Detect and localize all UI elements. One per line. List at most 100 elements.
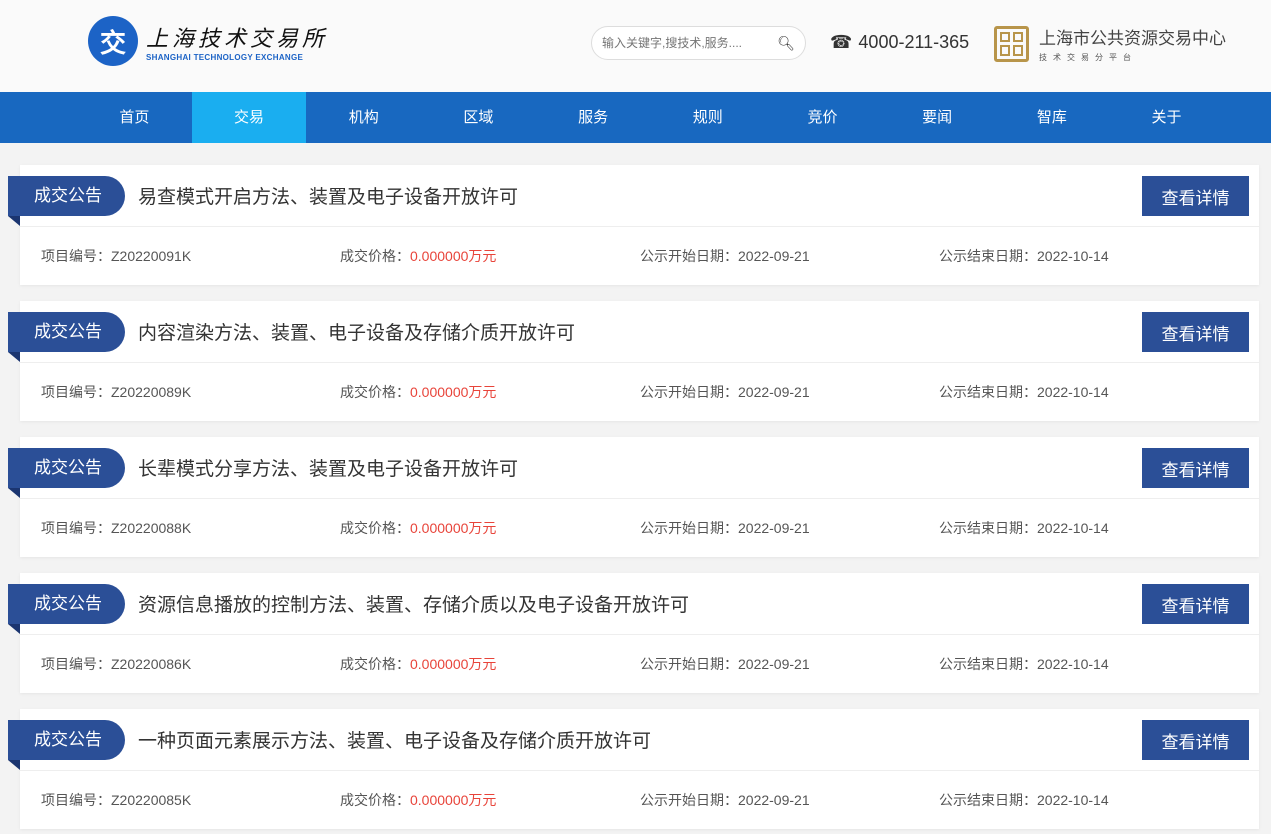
nav-item[interactable]: 竞价 bbox=[765, 92, 880, 143]
project-code: 项目编号：Z20220085K bbox=[41, 790, 191, 810]
center-emblem-icon bbox=[994, 26, 1029, 62]
announcement-list: 成交公告 易查模式开启方法、装置及电子设备开放许可 查看详情 项目编号：Z202… bbox=[0, 143, 1271, 829]
deal-price: 成交价格：0.000000万元 bbox=[340, 654, 496, 674]
announcement-title[interactable]: 易查模式开启方法、装置及电子设备开放许可 bbox=[138, 182, 518, 209]
project-code-value: Z20220085K bbox=[111, 792, 191, 808]
nav-item[interactable]: 规则 bbox=[650, 92, 765, 143]
start-date-value: 2022-09-21 bbox=[738, 384, 810, 400]
start-date: 公示开始日期：2022-09-21 bbox=[640, 790, 810, 810]
main-nav: 首页交易机构区域服务规则竞价要闻智库关于 bbox=[0, 92, 1271, 143]
header: 交 上海技术交易所 SHANGHAI TECHNOLOGY EXCHANGE 🔍… bbox=[0, 0, 1271, 92]
view-details-button[interactable]: 查看详情 bbox=[1142, 312, 1249, 352]
nav-item[interactable]: 服务 bbox=[536, 92, 651, 143]
start-date-value: 2022-09-21 bbox=[738, 656, 810, 672]
announcement-card: 成交公告 内容渲染方法、装置、电子设备及存储介质开放许可 查看详情 项目编号：Z… bbox=[20, 301, 1259, 421]
end-date: 公示结束日期：2022-10-14 bbox=[939, 518, 1109, 538]
announcement-tag: 成交公告 bbox=[8, 584, 125, 624]
announcement-title[interactable]: 长辈模式分享方法、装置及电子设备开放许可 bbox=[138, 454, 518, 481]
end-date-value: 2022-10-14 bbox=[1037, 792, 1109, 808]
view-details-button[interactable]: 查看详情 bbox=[1142, 448, 1249, 488]
nav-item[interactable]: 要闻 bbox=[880, 92, 995, 143]
view-details-button[interactable]: 查看详情 bbox=[1142, 584, 1249, 624]
logo-name-cn: 上海技术交易所 bbox=[146, 21, 328, 53]
project-code: 项目编号：Z20220086K bbox=[41, 654, 191, 674]
phone-number: 4000-211-365 bbox=[858, 32, 969, 53]
start-date-value: 2022-09-21 bbox=[738, 520, 810, 536]
search-input[interactable] bbox=[602, 36, 777, 50]
start-date-label: 公示开始日期： bbox=[640, 248, 738, 264]
deal-price-label: 成交价格： bbox=[340, 248, 410, 264]
nav-item[interactable]: 机构 bbox=[306, 92, 421, 143]
end-date-value: 2022-10-14 bbox=[1037, 384, 1109, 400]
project-code-value: Z20220088K bbox=[111, 520, 191, 536]
deal-price-value: 0.000000万元 bbox=[410, 248, 496, 264]
project-code-label: 项目编号： bbox=[41, 520, 111, 536]
end-date: 公示结束日期：2022-10-14 bbox=[939, 654, 1109, 674]
announcement-tag: 成交公告 bbox=[8, 448, 125, 488]
start-date-label: 公示开始日期： bbox=[640, 520, 738, 536]
end-date-value: 2022-10-14 bbox=[1037, 248, 1109, 264]
start-date-label: 公示开始日期： bbox=[640, 384, 738, 400]
deal-price-value: 0.000000万元 bbox=[410, 656, 496, 672]
nav-item[interactable]: 智库 bbox=[995, 92, 1110, 143]
deal-price-label: 成交价格： bbox=[340, 520, 410, 536]
end-date-label: 公示结束日期： bbox=[939, 520, 1037, 536]
logo[interactable]: 交 上海技术交易所 SHANGHAI TECHNOLOGY EXCHANGE bbox=[88, 16, 328, 66]
deal-price: 成交价格：0.000000万元 bbox=[340, 382, 496, 402]
deal-price-value: 0.000000万元 bbox=[410, 792, 496, 808]
announcement-card: 成交公告 长辈模式分享方法、装置及电子设备开放许可 查看详情 项目编号：Z202… bbox=[20, 437, 1259, 557]
nav-item[interactable]: 交易 bbox=[192, 92, 307, 143]
announcement-tag: 成交公告 bbox=[8, 312, 125, 352]
announcement-title[interactable]: 资源信息播放的控制方法、装置、存储介质以及电子设备开放许可 bbox=[138, 590, 689, 617]
start-date: 公示开始日期：2022-09-21 bbox=[640, 518, 810, 538]
deal-price: 成交价格：0.000000万元 bbox=[340, 246, 496, 266]
start-date-value: 2022-09-21 bbox=[738, 248, 810, 264]
search-box: 🔍︎ bbox=[591, 26, 806, 60]
end-date-label: 公示结束日期： bbox=[939, 792, 1037, 808]
start-date: 公示开始日期：2022-09-21 bbox=[640, 246, 810, 266]
start-date-value: 2022-09-21 bbox=[738, 792, 810, 808]
project-code: 项目编号：Z20220089K bbox=[41, 382, 191, 402]
center-subtitle: 技术交易分平台 bbox=[1039, 52, 1226, 63]
view-details-button[interactable]: 查看详情 bbox=[1142, 720, 1249, 760]
nav-item[interactable]: 区域 bbox=[421, 92, 536, 143]
deal-price-value: 0.000000万元 bbox=[410, 520, 496, 536]
project-code-value: Z20220091K bbox=[111, 248, 191, 264]
project-code-label: 项目编号： bbox=[41, 656, 111, 672]
deal-price: 成交价格：0.000000万元 bbox=[340, 518, 496, 538]
deal-price: 成交价格：0.000000万元 bbox=[340, 790, 496, 810]
end-date-label: 公示结束日期： bbox=[939, 248, 1037, 264]
start-date-label: 公示开始日期： bbox=[640, 656, 738, 672]
announcement-card: 成交公告 易查模式开启方法、装置及电子设备开放许可 查看详情 项目编号：Z202… bbox=[20, 165, 1259, 285]
announcement-card: 成交公告 一种页面元素展示方法、装置、电子设备及存储介质开放许可 查看详情 项目… bbox=[20, 709, 1259, 829]
end-date-value: 2022-10-14 bbox=[1037, 656, 1109, 672]
logo-emblem-icon: 交 bbox=[88, 16, 138, 66]
search-icon[interactable]: 🔍︎ bbox=[777, 35, 795, 52]
nav-item[interactable]: 首页 bbox=[77, 92, 192, 143]
phone-icon: ☎ bbox=[830, 32, 852, 53]
announcement-tag: 成交公告 bbox=[8, 176, 125, 216]
project-code: 项目编号：Z20220091K bbox=[41, 246, 191, 266]
hotline: ☎ 4000-211-365 bbox=[830, 32, 969, 53]
deal-price-value: 0.000000万元 bbox=[410, 384, 496, 400]
view-details-button[interactable]: 查看详情 bbox=[1142, 176, 1249, 216]
end-date: 公示结束日期：2022-10-14 bbox=[939, 246, 1109, 266]
announcement-title[interactable]: 内容渲染方法、装置、电子设备及存储介质开放许可 bbox=[138, 318, 575, 345]
announcement-card: 成交公告 资源信息播放的控制方法、装置、存储介质以及电子设备开放许可 查看详情 … bbox=[20, 573, 1259, 693]
center-title: 上海市公共资源交易中心 bbox=[1039, 24, 1226, 49]
deal-price-label: 成交价格： bbox=[340, 792, 410, 808]
project-code-label: 项目编号： bbox=[41, 792, 111, 808]
announcement-tag: 成交公告 bbox=[8, 720, 125, 760]
end-date-label: 公示结束日期： bbox=[939, 384, 1037, 400]
nav-item[interactable]: 关于 bbox=[1109, 92, 1224, 143]
public-resource-center-logo[interactable]: 上海市公共资源交易中心 技术交易分平台 bbox=[994, 24, 1226, 63]
start-date-label: 公示开始日期： bbox=[640, 792, 738, 808]
end-date-label: 公示结束日期： bbox=[939, 656, 1037, 672]
deal-price-label: 成交价格： bbox=[340, 384, 410, 400]
announcement-title[interactable]: 一种页面元素展示方法、装置、电子设备及存储介质开放许可 bbox=[138, 726, 651, 753]
end-date-value: 2022-10-14 bbox=[1037, 520, 1109, 536]
project-code-value: Z20220086K bbox=[111, 656, 191, 672]
project-code: 项目编号：Z20220088K bbox=[41, 518, 191, 538]
end-date: 公示结束日期：2022-10-14 bbox=[939, 382, 1109, 402]
end-date: 公示结束日期：2022-10-14 bbox=[939, 790, 1109, 810]
